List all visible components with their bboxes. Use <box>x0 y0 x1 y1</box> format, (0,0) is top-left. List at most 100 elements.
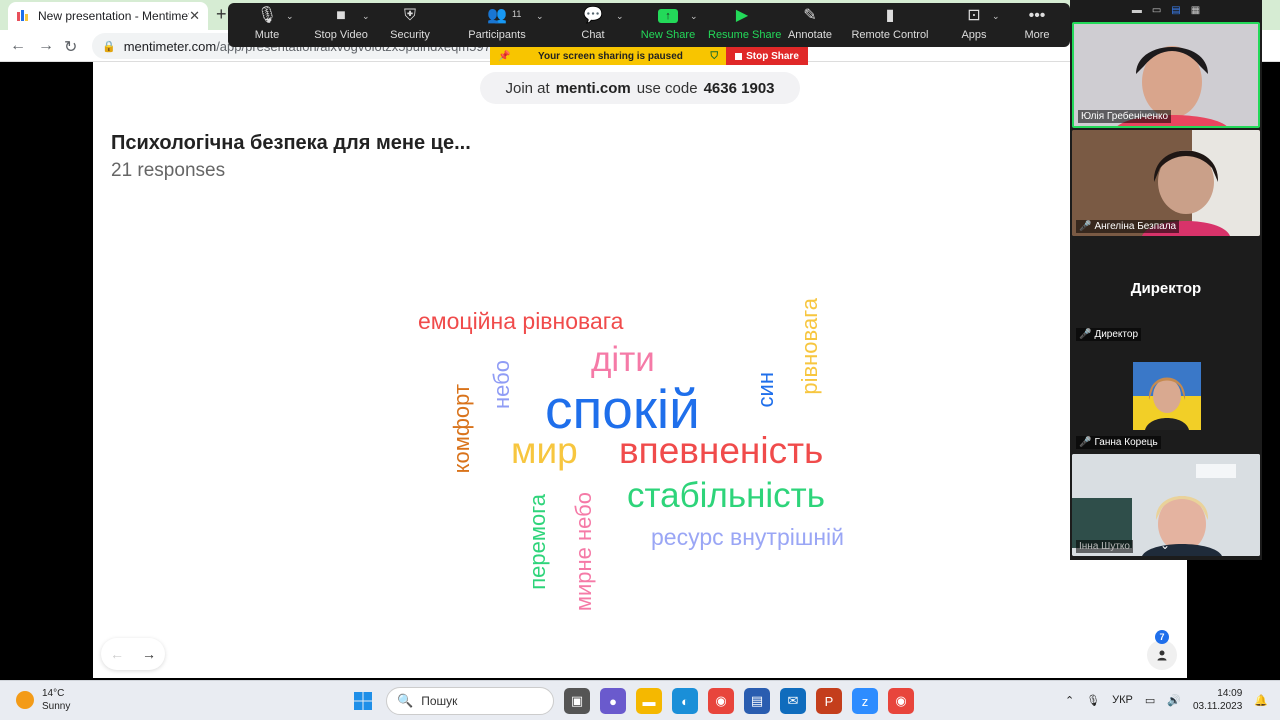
video-options-chevron-icon[interactable]: ⌄ <box>362 11 370 22</box>
url-host: mentimeter.com <box>123 38 217 54</box>
notifications-icon[interactable]: 🔔 <box>1254 694 1268 707</box>
person-icon <box>1157 650 1167 661</box>
apps-icon: ⊡ <box>967 7 981 24</box>
share-options-chevron-icon[interactable]: ⌄ <box>690 11 698 22</box>
back-arrow-icon[interactable]: ← <box>10 37 26 55</box>
microphone-tray-icon[interactable]: 🎙 <box>1086 694 1100 707</box>
minimize-icon[interactable]: ▬ <box>1132 5 1142 16</box>
cloud-word: діти <box>591 340 655 379</box>
temperature: 14°C <box>42 688 65 699</box>
previous-slide-arrow-icon[interactable]: ← <box>110 646 124 662</box>
remote-control-button[interactable]: ▮ Remote Control <box>850 3 930 47</box>
keyboard-language[interactable]: УКР <box>1112 694 1133 706</box>
windows-start-icon[interactable] <box>350 688 376 714</box>
taskbar-apps: 🔍 Пошук ▣ ● ▬ ◐ ◉ ▤ ✉ P z ◉ <box>350 687 914 715</box>
muted-microphone-icon: 🎤 <box>1079 221 1092 232</box>
stop-share-label: Stop Share <box>746 50 799 62</box>
participants-count: 11 <box>512 9 522 19</box>
participant-video-tile[interactable]: Директор 🎤 Директор <box>1072 238 1260 344</box>
powerpoint-icon[interactable]: P <box>816 688 842 714</box>
resume-share-button[interactable]: ▶ Resume Share <box>708 3 781 47</box>
share-paused-banner: 📌 Your screen sharing is paused ⛉ Stop S… <box>490 47 808 65</box>
restore-icon[interactable]: ▭ <box>1152 5 1161 16</box>
more-dots-icon: ••• <box>1028 7 1046 24</box>
participant-video-tile[interactable]: 🎤 Ангеліна Безпала <box>1072 130 1260 236</box>
mentimeter-favicon-icon <box>17 10 28 21</box>
word-cloud: емоційна рівновага діти небо спокій син … <box>93 62 1187 678</box>
annotate-button[interactable]: ✎ Annotate <box>786 3 834 47</box>
new-share-button[interactable]: ↑ New Share <box>640 3 696 47</box>
mail-icon[interactable]: ✉ <box>780 688 806 714</box>
teams-chat-icon[interactable]: ● <box>600 688 626 714</box>
participants-options-chevron-icon[interactable]: ⌄ <box>536 11 544 22</box>
edge-browser-icon[interactable]: ◐ <box>672 688 698 714</box>
gallery-controls: ▬ ▭ ▤ ▦ <box>1070 0 1262 20</box>
security-button[interactable]: ⛨ Security <box>388 3 432 47</box>
chat-bubble-icon: 💬 <box>583 7 603 24</box>
browser-tab[interactable]: New presentation - Mentimeter ✕ <box>8 2 208 30</box>
system-tray: ⌃ 🎙 УКР ▭ 🔊 14:09 03.11.2023 🔔 <box>1065 687 1268 713</box>
cloud-word: впевненість <box>619 430 824 471</box>
volume-icon[interactable]: 🔊 <box>1167 694 1181 707</box>
shield-icon: ⛨ <box>403 7 416 24</box>
next-slide-arrow-icon[interactable]: → <box>142 646 156 662</box>
microphone-icon: 🎙 <box>256 7 278 24</box>
gallery-grid-icon[interactable]: ▦ <box>1191 5 1200 16</box>
participant-name: 🎤 Директор <box>1076 328 1142 341</box>
reload-icon[interactable]: ↻ <box>64 37 77 57</box>
windows-taskbar: 14°C Sunny 🔍 Пошук ▣ ● ▬ ◐ ◉ ▤ ✉ P z ◉ ⌃ <box>0 680 1280 720</box>
mute-options-chevron-icon[interactable]: ⌄ <box>286 11 294 22</box>
more-button[interactable]: ••• More <box>1020 3 1054 47</box>
participant-name: Юлія Гребеніченко <box>1078 110 1172 123</box>
avatar <box>1133 362 1201 430</box>
clock[interactable]: 14:09 03.11.2023 <box>1193 687 1242 713</box>
cloud-word: мир <box>511 430 578 471</box>
muted-microphone-icon: 🎤 <box>1079 437 1092 448</box>
cloud-word: мирне небо <box>571 492 596 612</box>
mouse-icon: ▮ <box>885 7 895 24</box>
network-icon[interactable]: ▭ <box>1145 694 1155 707</box>
chrome-browser-icon[interactable]: ◉ <box>708 688 734 714</box>
forward-arrow-icon[interactable]: → <box>38 37 54 55</box>
stop-share-button[interactable]: Stop Share <box>726 47 808 65</box>
apps-options-chevron-icon[interactable]: ⌄ <box>992 11 1000 22</box>
shield-check-icon: ⛉ <box>710 50 718 62</box>
close-tab-icon[interactable]: ✕ <box>189 8 200 24</box>
play-icon: ▶ <box>735 7 749 24</box>
speaker-view-icon[interactable]: ▤ <box>1171 5 1180 16</box>
new-tab-button[interactable]: + <box>216 4 227 25</box>
chrome-active-window-icon[interactable]: ◉ <box>888 688 914 714</box>
sun-icon <box>16 691 34 709</box>
stop-video-button[interactable]: ■ Stop Video <box>312 3 370 47</box>
share-paused-text: Your screen sharing is paused <box>538 50 683 62</box>
participant-name: 🎤 Ангеліна Безпала <box>1076 220 1180 233</box>
stop-square-icon <box>735 52 743 60</box>
cloud-word: комфорт <box>449 384 474 474</box>
weather-condition: Sunny <box>42 701 71 712</box>
weather-widget[interactable]: 14°C Sunny <box>16 687 70 713</box>
share-status: 📌 Your screen sharing is paused ⛉ <box>490 47 726 65</box>
chat-options-chevron-icon[interactable]: ⌄ <box>616 11 624 22</box>
slide-navigation: ← → <box>101 638 165 670</box>
participant-video-tile[interactable]: Юлія Гребеніченко <box>1072 22 1260 128</box>
zoom-gallery-panel: ▬ ▭ ▤ ▦ Юлія Гребеніченко 🎤 Ангеліна Безп… <box>1070 0 1262 560</box>
search-icon: 🔍 <box>397 693 414 708</box>
pin-icon[interactable]: 📌 <box>498 51 510 62</box>
chat-button[interactable]: 💬 Chat <box>578 3 608 47</box>
participant-video-tile[interactable]: Інна Шутко ⌄ <box>1072 454 1260 556</box>
microsoft-store-icon[interactable]: ▤ <box>744 688 770 714</box>
chevron-down-icon[interactable]: ⌄ <box>1160 538 1170 552</box>
participant-name: 🎤 Ганна Корець <box>1076 436 1161 449</box>
cloud-word: стабільність <box>627 476 825 515</box>
taskbar-search[interactable]: 🔍 Пошук <box>386 687 554 715</box>
audience-button[interactable] <box>1147 640 1177 670</box>
participant-video-tile[interactable]: 🎤 Ганна Корець <box>1072 346 1260 452</box>
task-view-icon[interactable]: ▣ <box>564 688 590 714</box>
audience-count-badge: 7 <box>1155 630 1169 644</box>
mute-button[interactable]: 🎙 Mute <box>244 3 290 47</box>
tray-overflow-chevron-icon[interactable]: ⌃ <box>1065 694 1074 707</box>
cloud-word: емоційна рівновага <box>418 308 624 334</box>
zoom-app-icon[interactable]: z <box>852 688 878 714</box>
apps-button[interactable]: ⊡ Apps <box>958 3 990 47</box>
file-explorer-icon[interactable]: ▬ <box>636 688 662 714</box>
